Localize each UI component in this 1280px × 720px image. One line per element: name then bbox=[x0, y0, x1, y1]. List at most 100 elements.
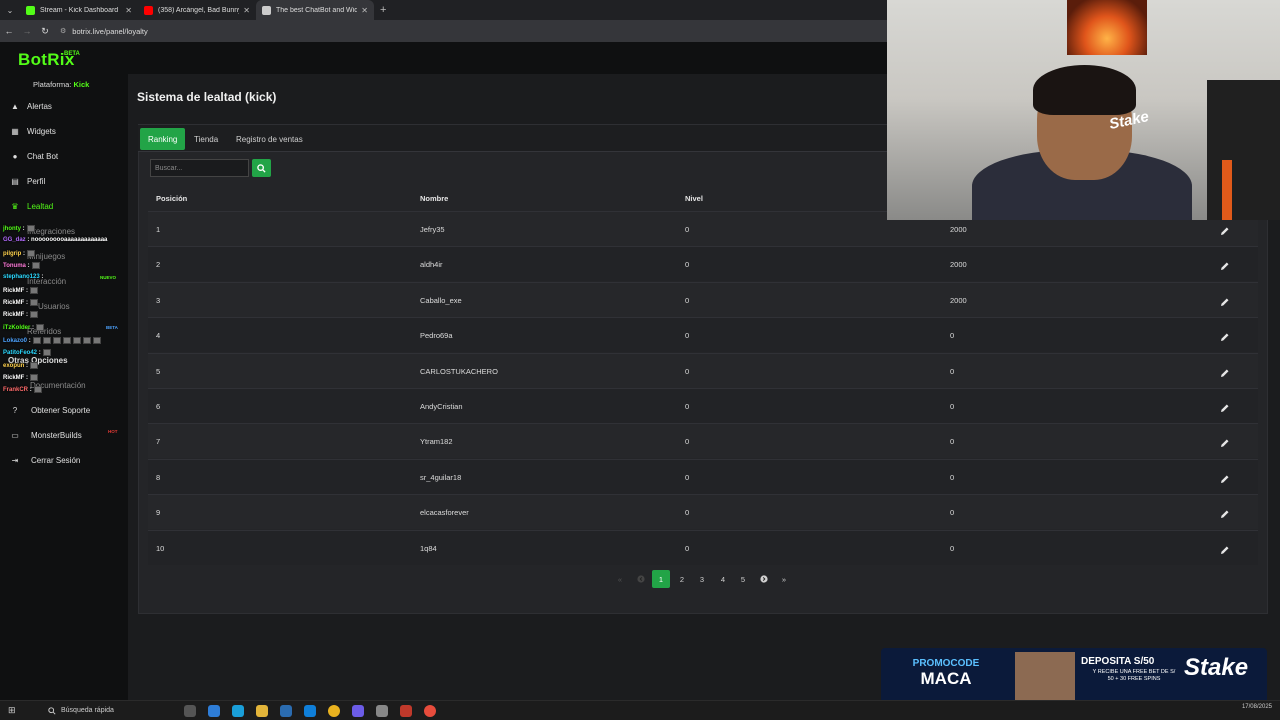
close-icon[interactable]: ✕ bbox=[125, 6, 132, 15]
page-button-3[interactable]: 3 bbox=[693, 570, 711, 588]
cell-posicion: 4 bbox=[156, 331, 161, 341]
prev-page-button[interactable] bbox=[632, 570, 650, 588]
kick-favicon-icon bbox=[26, 5, 35, 15]
app-icon[interactable] bbox=[279, 704, 292, 717]
cell-puntos: 2000 bbox=[950, 295, 967, 305]
browser-tab-3[interactable]: The best ChatBot and Widgets ✕ bbox=[256, 0, 374, 20]
edit-icon[interactable] bbox=[1220, 471, 1230, 483]
cell-puntos: 0 bbox=[950, 543, 955, 553]
chat-message: PatitoFeo42 : bbox=[3, 349, 51, 356]
fireplace-image bbox=[1067, 0, 1147, 55]
edit-icon[interactable] bbox=[1220, 294, 1230, 306]
app-icon[interactable] bbox=[207, 704, 220, 717]
cell-posicion: 7 bbox=[156, 437, 161, 447]
table-row: 10 1q84 0 0 bbox=[148, 529, 1258, 565]
promo-deposit: DEPOSITA S/50 bbox=[1081, 656, 1155, 667]
edge-icon[interactable] bbox=[231, 704, 244, 717]
tab-tienda[interactable]: Tienda bbox=[186, 128, 226, 150]
edit-icon[interactable] bbox=[1220, 506, 1230, 519]
new-tab-icon[interactable]: + bbox=[380, 4, 386, 16]
search-input[interactable] bbox=[150, 159, 249, 177]
site-info-icon[interactable]: ⚙ bbox=[60, 27, 66, 35]
cell-nivel: 0 bbox=[685, 543, 690, 553]
app-icon[interactable] bbox=[423, 704, 436, 717]
tab-registro-ventas[interactable]: Registro de ventas bbox=[228, 128, 311, 150]
explorer-icon[interactable] bbox=[255, 704, 268, 717]
edit-icon[interactable] bbox=[1220, 223, 1230, 235]
cell-posicion: 10 bbox=[156, 543, 165, 553]
sidebar-item-label: Chat Bot bbox=[27, 151, 59, 161]
reload-icon[interactable]: ↻ bbox=[36, 26, 54, 37]
youtube-favicon-icon bbox=[144, 5, 153, 15]
app-icon[interactable] bbox=[351, 704, 364, 717]
edit-icon[interactable] bbox=[1220, 435, 1230, 448]
forward-icon[interactable]: → bbox=[18, 26, 36, 36]
promo-line1: PROMOCODE bbox=[912, 658, 980, 669]
taskbar: ⊞ Búsqueda rápida 17/08/2025 bbox=[0, 700, 1280, 720]
hot-badge: HOT bbox=[108, 429, 118, 434]
sidebar-item-alertas[interactable]: ▲ Alertas bbox=[10, 98, 52, 114]
table-row: 9 elcacasforever 0 0 bbox=[148, 494, 1258, 530]
browser-tab-2[interactable]: (358) Arcángel, Bad Bunny - M ✕ bbox=[138, 0, 256, 20]
chat-message: RickMF : bbox=[3, 287, 39, 294]
windows-start-icon[interactable]: ⊞ bbox=[8, 705, 20, 717]
taskbar-search[interactable]: Búsqueda rápida bbox=[48, 706, 114, 715]
page-button-4[interactable]: 4 bbox=[714, 570, 732, 588]
chat-message: RickMF : bbox=[3, 299, 39, 306]
edit-icon[interactable] bbox=[1220, 400, 1230, 412]
page-button-2[interactable]: 2 bbox=[673, 570, 691, 588]
search-button[interactable] bbox=[252, 159, 271, 177]
sidebar-item-perfil[interactable]: ▤ Perfil bbox=[10, 173, 45, 189]
sidebar-item-cerrar-sesion[interactable]: ⇥ Cerrar Sesión bbox=[10, 452, 81, 468]
cell-nombre: Caballo_exe bbox=[420, 295, 462, 305]
cell-posicion: 6 bbox=[156, 402, 161, 411]
taskbar-clock[interactable]: 17/08/2025 bbox=[1242, 704, 1272, 711]
emote-icon bbox=[26, 225, 35, 232]
emote-icon bbox=[30, 299, 39, 306]
sidebar-item-label: Cerrar Sesión bbox=[31, 455, 81, 465]
sidebar-item-usuarios[interactable]: Usuarios bbox=[38, 298, 70, 314]
cell-nombre: CARLOSTUKACHERO bbox=[420, 366, 498, 376]
cell-puntos: 0 bbox=[950, 508, 955, 518]
close-icon[interactable]: ✕ bbox=[361, 6, 368, 15]
cell-nivel: 0 bbox=[685, 437, 690, 447]
task-view-icon[interactable] bbox=[183, 704, 196, 717]
sidebar-item-chatbot[interactable]: ● Chat Bot bbox=[10, 148, 59, 164]
app-icon[interactable] bbox=[375, 704, 388, 717]
browser-tab-1[interactable]: Stream - Kick Dashboard ✕ bbox=[20, 0, 138, 20]
cell-nombre: Pedro69a bbox=[420, 331, 453, 341]
edit-icon[interactable] bbox=[1220, 542, 1230, 554]
chrome-icon[interactable] bbox=[327, 704, 340, 717]
tab-search-icon[interactable]: ⌄ bbox=[0, 0, 20, 20]
tab-title: (358) Arcángel, Bad Bunny - M bbox=[158, 6, 239, 14]
beta-badge: BETA bbox=[106, 325, 118, 330]
back-icon[interactable]: ← bbox=[0, 26, 18, 36]
edit-icon[interactable] bbox=[1220, 329, 1230, 342]
sidebar-item-widgets[interactable]: ▦ Widgets bbox=[10, 123, 56, 139]
first-page-button[interactable]: « bbox=[611, 570, 629, 588]
url-field[interactable]: ⚙ botrix.live/panel/loyalty bbox=[60, 27, 148, 36]
sidebar-item-monsterbuilds[interactable]: ▭ MonsterBuilds bbox=[10, 427, 82, 443]
app-icon[interactable] bbox=[399, 704, 412, 717]
emote-icon bbox=[42, 349, 51, 356]
cell-nombre: 1q84 bbox=[420, 543, 437, 553]
cell-nivel: 0 bbox=[685, 472, 690, 482]
cell-nivel: 0 bbox=[685, 366, 690, 376]
emote-icon bbox=[30, 287, 39, 294]
page-button-5[interactable]: 5 bbox=[734, 570, 752, 588]
table-row: 8 sr_4guilar18 0 0 bbox=[148, 458, 1258, 494]
logout-icon: ⇥ bbox=[11, 455, 19, 465]
last-page-button[interactable]: » bbox=[775, 570, 793, 588]
question-icon: ? bbox=[12, 405, 18, 415]
next-page-button[interactable] bbox=[755, 570, 773, 588]
sidebar-item-lealtad[interactable]: ♛ Lealtad bbox=[10, 198, 53, 214]
outlook-icon[interactable] bbox=[303, 704, 316, 717]
sidebar-item-soporte[interactable]: ? Obtener Soporte bbox=[10, 402, 90, 418]
sidebar-item-label: MonsterBuilds bbox=[31, 430, 82, 440]
close-icon[interactable]: ✕ bbox=[243, 6, 250, 15]
tab-ranking[interactable]: Ranking bbox=[140, 128, 186, 150]
edit-icon[interactable] bbox=[1220, 258, 1230, 271]
edit-icon[interactable] bbox=[1220, 365, 1230, 377]
trophy-icon: ♛ bbox=[11, 201, 19, 211]
page-button-1[interactable]: 1 bbox=[652, 570, 670, 588]
